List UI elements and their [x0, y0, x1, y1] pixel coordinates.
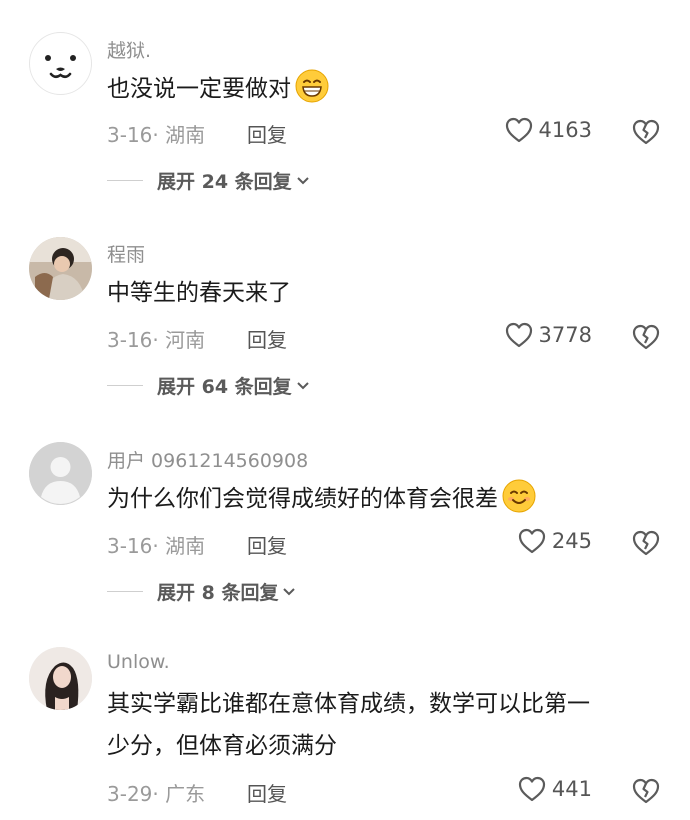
heart-icon	[518, 528, 546, 554]
like-button[interactable]: 4163	[505, 117, 592, 143]
comment-text: 中等生的春天来了	[107, 280, 291, 306]
avatar[interactable]	[29, 32, 92, 95]
like-button[interactable]: 441	[518, 776, 592, 802]
broken-heart-icon[interactable]	[632, 778, 660, 804]
divider-line	[107, 385, 143, 386]
comment-text: 为什么你们会觉得成绩好的体育会很差	[107, 478, 667, 520]
divider-line	[107, 180, 143, 181]
default-user-icon	[29, 442, 92, 505]
username[interactable]: Unlow.	[107, 651, 170, 673]
heart-icon	[518, 776, 546, 802]
comment-text: 其实学霸比谁都在意体育成绩，数学可以比第一 少分，但体育必须满分	[107, 683, 667, 767]
divider-line	[107, 591, 143, 592]
expand-replies-button[interactable]: 展开 64 条回复	[107, 372, 310, 399]
date-location: 3-29· 广东	[107, 782, 206, 806]
like-button[interactable]: 245	[518, 528, 592, 554]
chevron-down-icon	[283, 587, 296, 595]
username[interactable]: 程雨	[107, 240, 145, 267]
username[interactable]: 越狱.	[107, 36, 151, 63]
expand-label: 展开 24 条回复	[157, 171, 292, 193]
expand-label: 展开 64 条回复	[157, 376, 292, 398]
like-count: 4163	[538, 118, 592, 142]
heart-icon	[505, 117, 532, 143]
comment-text-body: 也没说一定要做对	[107, 76, 291, 102]
like-count: 441	[551, 777, 592, 801]
comment-text-body: 为什么你们会觉得成绩好的体育会很差	[107, 486, 498, 512]
username[interactable]: 用户 0961214560908	[107, 446, 308, 473]
chevron-down-icon	[296, 176, 309, 184]
like-count: 3778	[538, 323, 592, 347]
reply-button[interactable]: 回复	[247, 778, 287, 807]
heart-icon	[505, 322, 532, 348]
avatar[interactable]	[29, 442, 92, 505]
comment-text: 也没说一定要做对	[107, 68, 667, 110]
expand-label: 展开 8 条回复	[157, 582, 279, 604]
comment-text-line: 其实学霸比谁都在意体育成绩，数学可以比第一	[107, 691, 590, 717]
reply-button[interactable]: 回复	[247, 530, 287, 559]
broken-heart-icon[interactable]	[632, 119, 660, 145]
broken-heart-icon[interactable]	[632, 530, 660, 556]
expand-replies-button[interactable]: 展开 24 条回复	[107, 167, 310, 194]
smiling-face-icon	[502, 479, 536, 513]
photo-avatar-portrait	[29, 647, 92, 710]
like-button[interactable]: 3778	[505, 322, 592, 348]
grinning-face-icon	[295, 69, 329, 103]
comment-text-line: 少分，但体育必须满分	[107, 733, 337, 759]
broken-heart-icon[interactable]	[632, 324, 660, 350]
white-dog-face-icon	[29, 32, 92, 95]
avatar[interactable]	[29, 237, 92, 300]
date-location: 3-16· 湖南	[107, 123, 206, 147]
avatar[interactable]	[29, 647, 92, 710]
chevron-down-icon	[296, 381, 309, 389]
reply-button[interactable]: 回复	[247, 324, 287, 353]
date-location: 3-16· 河南	[107, 328, 206, 352]
like-count: 245	[551, 529, 592, 553]
date-location: 3-16· 湖南	[107, 534, 206, 558]
photo-avatar	[29, 237, 92, 300]
reply-button[interactable]: 回复	[247, 119, 287, 148]
expand-replies-button[interactable]: 展开 8 条回复	[107, 578, 296, 605]
